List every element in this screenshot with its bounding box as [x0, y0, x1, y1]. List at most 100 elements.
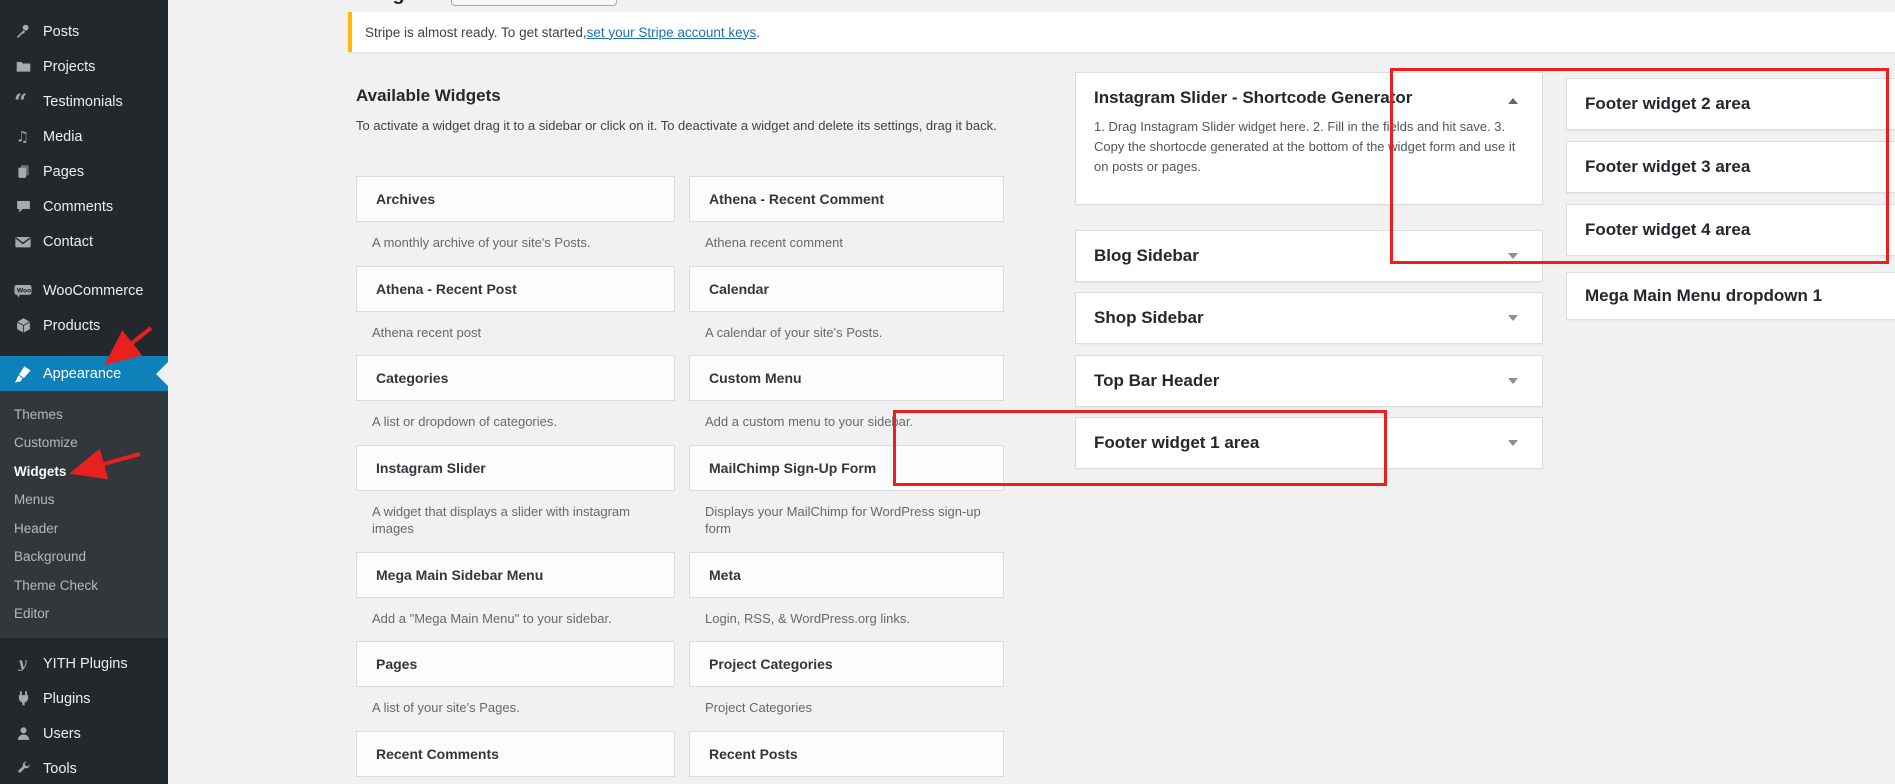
appearance-submenu: ThemesCustomizeWidgetsMenusHeaderBackgro…	[0, 391, 168, 638]
widget-card-instagram-slider[interactable]: Instagram Slider	[356, 445, 675, 491]
panel-title: Footer widget 4 area	[1585, 220, 1750, 240]
sidebar-item-label: Testimonials	[43, 94, 123, 110]
widget-card-archives[interactable]: Archives	[356, 176, 675, 222]
panel-footer-widget-4-area[interactable]: Footer widget 4 area	[1566, 204, 1895, 256]
available-widgets-grid: ArchivesA monthly archive of your site's…	[356, 176, 1004, 784]
submenu-item-widgets[interactable]: Widgets	[0, 457, 168, 486]
submenu-item-editor[interactable]: Editor	[0, 600, 168, 629]
notice-text-after: .	[756, 25, 760, 40]
widget-card-meta[interactable]: Meta	[689, 552, 1004, 598]
panel-mega-main-menu-dropdown-1[interactable]: Mega Main Menu dropdown 1	[1566, 272, 1895, 320]
submenu-item-menus[interactable]: Menus	[0, 486, 168, 515]
chevron-down-icon[interactable]	[1508, 253, 1518, 259]
widget-description: Athena recent post	[356, 324, 675, 342]
sidebar-areas-column-right: Footer widget 2 area Footer widget 3 area…	[1566, 78, 1895, 320]
sidebar-item-label: Comments	[43, 199, 113, 215]
quote-icon: “	[13, 92, 33, 112]
widget-cell: Athena - Recent CommentAthena recent com…	[689, 176, 1004, 266]
sidebar-item-testimonials[interactable]: “ Testimonials	[0, 84, 168, 119]
widget-cell: ArchivesA monthly archive of your site's…	[356, 176, 675, 266]
sidebar-item-label: Projects	[43, 59, 95, 75]
svg-text:♫: ♫	[15, 130, 28, 145]
panel-title: Top Bar Header	[1094, 371, 1219, 391]
chevron-up-icon[interactable]	[1508, 98, 1518, 104]
chevron-down-icon[interactable]	[1508, 315, 1518, 321]
stripe-account-keys-link[interactable]: set your Stripe account keys	[587, 25, 757, 40]
widget-description: Displays your MailChimp for WordPress si…	[689, 503, 1004, 538]
sidebar-item-media[interactable]: ♫ Media	[0, 119, 168, 154]
panel-title: Mega Main Menu dropdown 1	[1585, 286, 1822, 306]
widget-card-athena-recent-comment[interactable]: Athena - Recent Comment	[689, 176, 1004, 222]
panel-title: Footer widget 1 area	[1094, 433, 1259, 453]
panel-title: Footer widget 3 area	[1585, 157, 1750, 177]
stripe-notice: Stripe is almost ready. To get started, …	[348, 12, 1895, 52]
comment-icon	[13, 197, 33, 217]
sidebar-item-label: YITH Plugins	[43, 656, 128, 672]
sidebar-item-label: Media	[43, 129, 83, 145]
panel-footer-widget-2-area[interactable]: Footer widget 2 area	[1566, 78, 1895, 130]
widget-card-categories[interactable]: Categories	[356, 355, 675, 401]
sidebar-section-top: Posts Projects “ Testimonials ♫ Media Pages Com…	[0, 14, 168, 259]
sidebar-item-tools[interactable]: Tools	[0, 751, 168, 784]
sidebar-item-label: Products	[43, 318, 100, 334]
sidebar-item-contact[interactable]: Contact	[0, 224, 168, 259]
widget-card-project-categories[interactable]: Project Categories	[689, 641, 1004, 687]
panel-footer-widget-1-area[interactable]: Footer widget 1 area	[1075, 417, 1543, 469]
submenu-item-theme-check[interactable]: Theme Check	[0, 571, 168, 600]
widget-card-mailchimp-sign-up-form[interactable]: MailChimp Sign-Up Form	[689, 445, 1004, 491]
sidebar-item-woocommerce[interactable]: WooWooCommerce	[0, 273, 168, 308]
sidebar-item-projects[interactable]: Projects	[0, 49, 168, 84]
cube-icon	[13, 316, 33, 336]
sidebar-item-users[interactable]: Users	[0, 716, 168, 751]
sidebar-item-label: Plugins	[43, 691, 91, 707]
widget-card-calendar[interactable]: Calendar	[689, 266, 1004, 312]
submenu-item-header[interactable]: Header	[0, 514, 168, 543]
chevron-down-icon[interactable]	[1508, 440, 1518, 446]
sidebar-section-commerce: WooWooCommerce Products	[0, 273, 168, 343]
sidebar-item-yith-plugins[interactable]: y YITH Plugins	[0, 646, 168, 681]
submenu-item-themes[interactable]: Themes	[0, 400, 168, 429]
widget-description: Add a custom menu to your sidebar.	[689, 413, 1004, 431]
sidebar-item-posts[interactable]: Posts	[0, 14, 168, 49]
sidebar-item-pages[interactable]: Pages	[0, 154, 168, 189]
widget-card-mega-main-sidebar-menu[interactable]: Mega Main Sidebar Menu	[356, 552, 675, 598]
panel-top-bar-header[interactable]: Top Bar Header	[1075, 355, 1543, 407]
sidebar-item-comments[interactable]: Comments	[0, 189, 168, 224]
widget-cell: Recent PostsYour site's most recent Post…	[689, 731, 1004, 784]
sidebar-item-appearance[interactable]: Appearance	[0, 356, 168, 391]
media-icon: ♫	[13, 127, 33, 147]
widget-description: A list or dropdown of categories.	[356, 413, 675, 431]
widget-card-athena-recent-post[interactable]: Athena - Recent Post	[356, 266, 675, 312]
partial-button[interactable]	[451, 0, 617, 6]
yith-icon: y	[13, 654, 33, 674]
panel-title: Instagram Slider - Shortcode Generator	[1094, 88, 1524, 108]
widget-card-recent-posts[interactable]: Recent Posts	[689, 731, 1004, 777]
submenu-item-customize[interactable]: Customize	[0, 429, 168, 458]
panel-blog-sidebar[interactable]: Blog Sidebar	[1075, 230, 1543, 282]
panel-shop-sidebar[interactable]: Shop Sidebar	[1075, 292, 1543, 344]
widget-card-custom-menu[interactable]: Custom Menu	[689, 355, 1004, 401]
sidebar-item-products[interactable]: Products	[0, 308, 168, 343]
sidebar-item-label: Tools	[43, 761, 77, 777]
widget-cell: Athena - Recent Post Athena recent post	[356, 266, 675, 356]
sidebar-item-label: Posts	[43, 24, 79, 40]
widget-cell: Mega Main Sidebar MenuAdd a "Mega Main M…	[356, 552, 675, 642]
available-widgets-heading: Available Widgets	[356, 86, 501, 106]
widget-cell: MetaLogin, RSS, & WordPress.org links.	[689, 552, 1004, 642]
widget-card-pages[interactable]: Pages	[356, 641, 675, 687]
panel-footer-widget-3-area[interactable]: Footer widget 3 area	[1566, 141, 1895, 193]
panel-title: Blog Sidebar	[1094, 246, 1199, 266]
available-widgets-description: To activate a widget drag it to a sideba…	[356, 116, 1032, 137]
brush-icon	[13, 364, 33, 384]
panel-instagram-shortcode-generator[interactable]: Instagram Slider - Shortcode Generator 1…	[1075, 72, 1543, 205]
widget-cell: Project CategoriesProject Categories	[689, 641, 1004, 731]
widget-cell: Custom Menu Add a custom menu to your sid…	[689, 355, 1004, 445]
content-area: Widgets Stripe is almost ready. To get s…	[168, 0, 1895, 784]
chevron-down-icon[interactable]	[1508, 378, 1518, 384]
widget-description: A widget that displays a slider with ins…	[356, 503, 675, 538]
submenu-item-background[interactable]: Background	[0, 543, 168, 572]
pushpin-icon	[13, 22, 33, 42]
widget-card-recent-comments[interactable]: Recent Comments	[356, 731, 675, 777]
woocommerce-icon: Woo	[13, 281, 33, 301]
sidebar-item-plugins[interactable]: Plugins	[0, 681, 168, 716]
